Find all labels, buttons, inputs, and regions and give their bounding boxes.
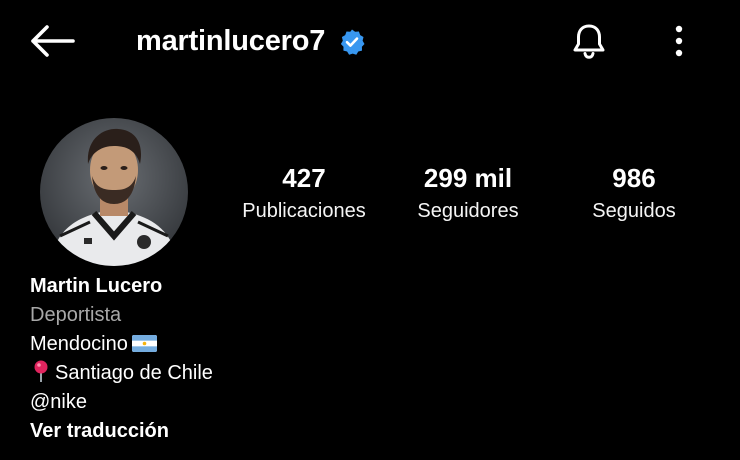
posts-stat[interactable]: 427 Publicaciones [230, 160, 378, 226]
profile-full-name: Martin Lucero [30, 275, 163, 297]
following-stat[interactable]: 986 Seguidos [572, 160, 696, 226]
posts-count: 427 [282, 163, 326, 193]
profile-avatar[interactable] [40, 118, 188, 266]
more-vertical-icon [675, 25, 683, 57]
see-translation-button[interactable]: Ver traducción [30, 417, 430, 446]
profile-username: martinlucero7 [136, 25, 326, 57]
bio-hometown-text: Mendocino [30, 333, 128, 355]
bio-line-location: Santiago de Chile [30, 359, 430, 388]
avatar-image [40, 118, 188, 266]
bio-line-hometown: Mendocino [30, 330, 430, 359]
verified-badge-icon [340, 29, 365, 55]
more-options-button[interactable] [664, 18, 694, 64]
profile-bio: Martin Lucero Deportista Mendocino Santi… [30, 272, 430, 446]
profile-category: Deportista [30, 304, 122, 326]
posts-label: Publicaciones [242, 200, 366, 222]
pushpin-icon [34, 360, 48, 382]
bio-mention-link[interactable]: @nike [30, 388, 430, 417]
bell-icon [573, 24, 605, 59]
followers-label: Seguidores [417, 200, 519, 222]
back-arrow-icon [31, 25, 75, 57]
argentina-flag-icon [131, 335, 157, 352]
bio-location-text: Santiago de Chile [55, 362, 213, 384]
notifications-button[interactable] [566, 18, 612, 64]
back-button[interactable] [24, 20, 80, 62]
followers-stat[interactable]: 299 mil Seguidores [400, 160, 536, 226]
following-count: 986 [612, 163, 656, 193]
profile-page: martinlucero7 427 Publicaciones 299 mil … [0, 0, 740, 460]
followers-count: 299 mil [423, 163, 513, 193]
following-label: Seguidos [592, 200, 676, 222]
